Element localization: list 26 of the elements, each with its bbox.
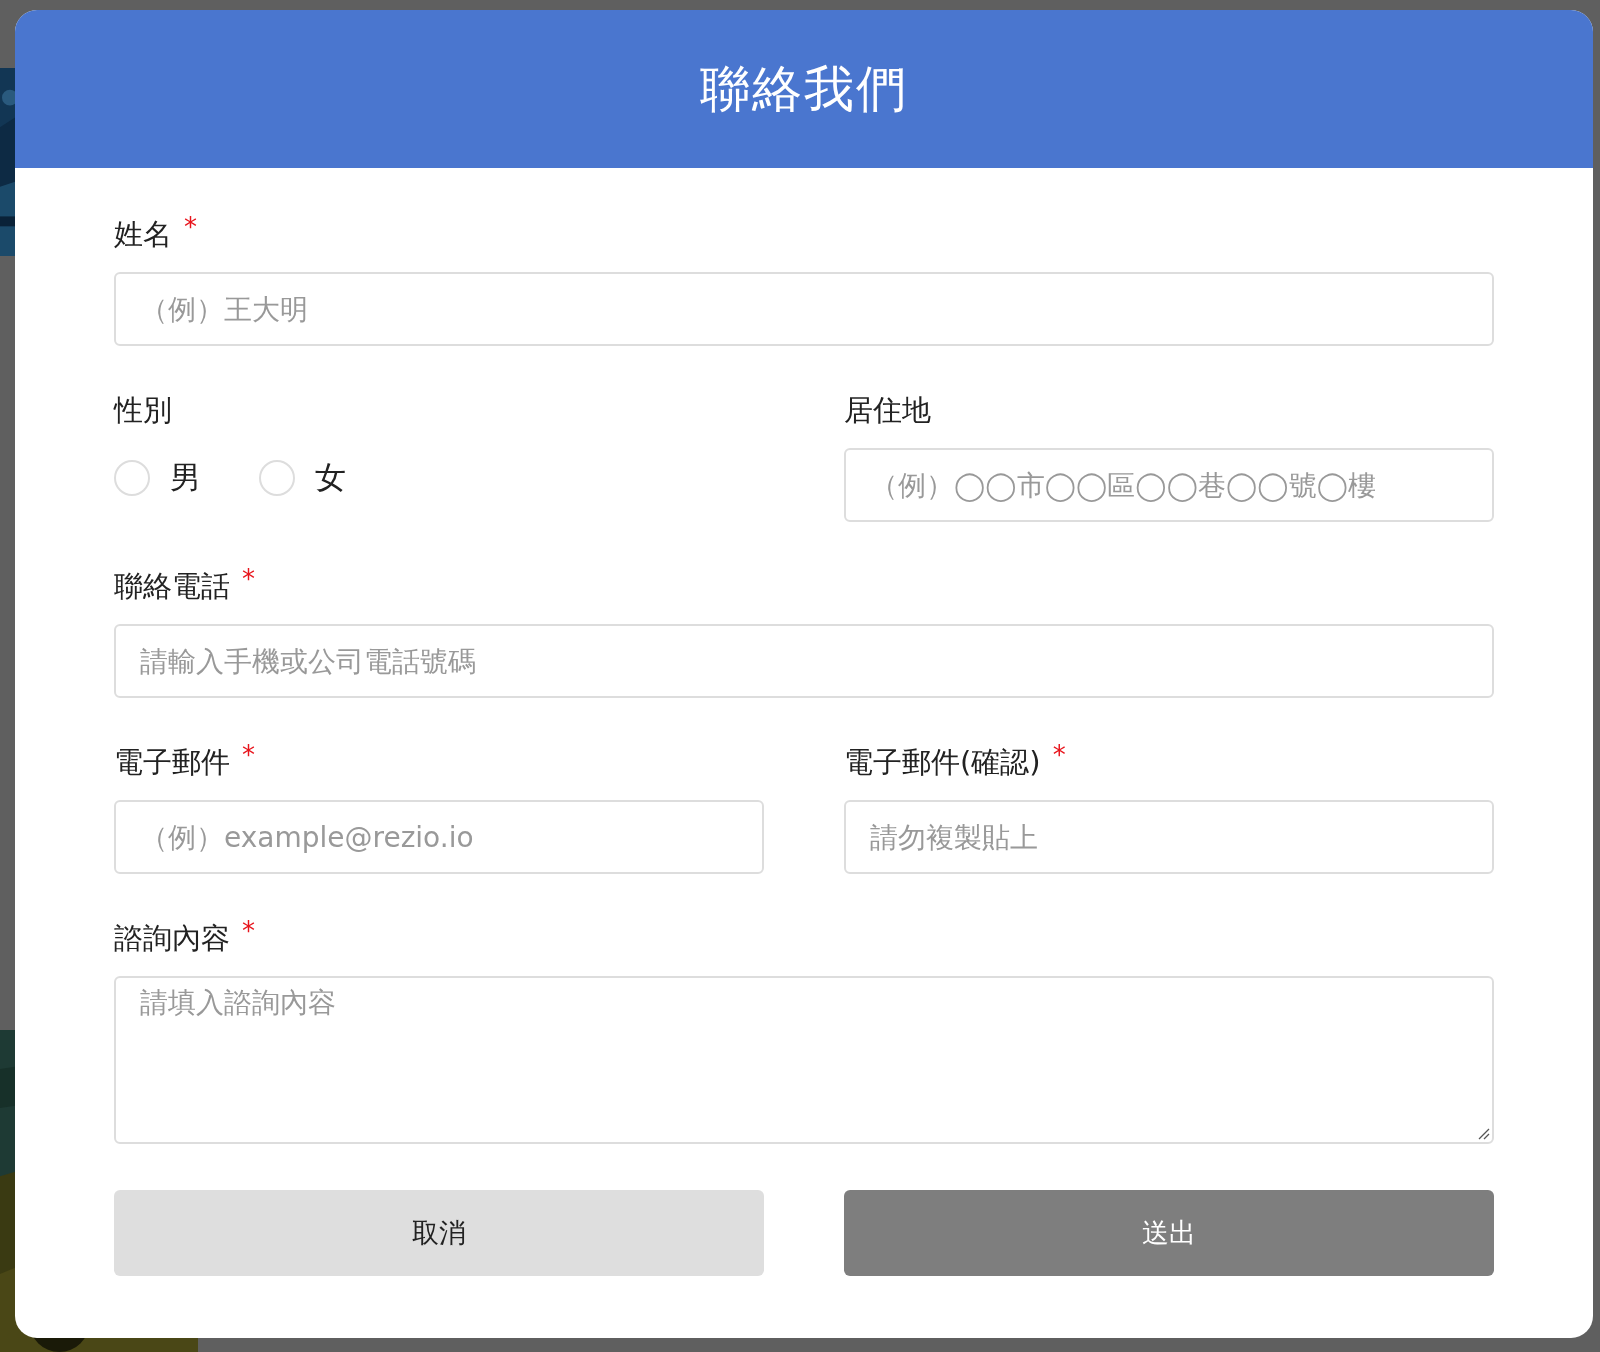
field-label: 諮詢內容 xyxy=(114,920,230,957)
required-mark: * xyxy=(1052,742,1066,768)
radio-button[interactable] xyxy=(259,460,295,496)
required-mark: * xyxy=(242,742,255,768)
field-label: 聯絡電話 xyxy=(114,568,230,605)
required-mark: * xyxy=(184,214,197,240)
input-field[interactable]: 請輸入手機或公司電話號碼 xyxy=(114,624,1494,698)
submit-button[interactable]: 送出 xyxy=(844,1190,1494,1276)
field-label: 電子郵件(確認) xyxy=(844,744,1041,781)
field-label: 居住地 xyxy=(844,392,931,429)
input-field[interactable]: （例）王大明 xyxy=(114,272,1494,346)
cancel-button[interactable]: 取消 xyxy=(114,1190,764,1276)
field-label: 電子郵件 xyxy=(114,744,230,781)
input-field[interactable]: （例）◯◯市◯◯區◯◯巷◯◯號◯樓 xyxy=(844,448,1494,522)
radio-label[interactable]: 女 xyxy=(315,457,346,499)
resize-grip-icon[interactable] xyxy=(1476,1126,1490,1140)
required-mark: * xyxy=(242,918,255,944)
field-label: 姓名 xyxy=(114,216,172,253)
field-label: 性別 xyxy=(114,392,172,429)
radio-label[interactable]: 男 xyxy=(170,457,201,499)
input-field[interactable]: （例）example@rezio.io xyxy=(114,800,764,874)
text-area[interactable]: 請填入諮詢內容 xyxy=(114,976,1494,1144)
radio-button[interactable] xyxy=(114,460,150,496)
dialog-title: 聯絡我們 xyxy=(700,58,908,120)
required-mark: * xyxy=(242,566,255,592)
input-field[interactable]: 請勿複製貼上 xyxy=(844,800,1494,874)
